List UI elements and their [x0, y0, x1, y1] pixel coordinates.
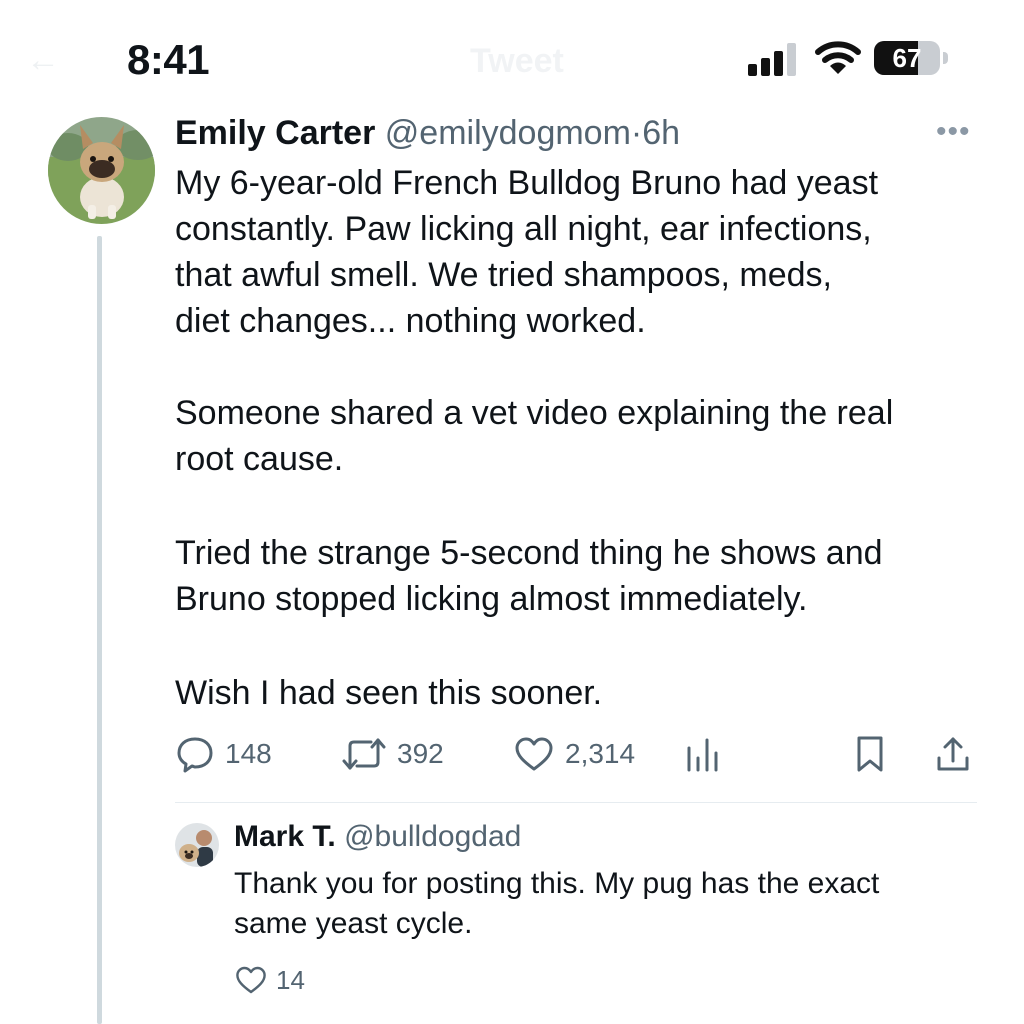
author-name[interactable]: Emily Carter: [175, 114, 375, 152]
reply-text: Thank you for posting this. My pug has t…: [234, 867, 880, 940]
reply-header: Mark T. @bulldogdad: [234, 820, 521, 854]
tweet-paragraph: Tried the strange 5-second thing he show…: [175, 534, 883, 618]
tweet-actions: 148 392 2,314: [175, 730, 975, 780]
like-button[interactable]: 2,314: [513, 730, 635, 778]
thread-line: [97, 236, 102, 1024]
retweet-count: 392: [397, 738, 444, 769]
wifi-icon: [815, 41, 861, 74]
battery-percent: 67: [892, 43, 922, 73]
tweet-header: Emily Carter @emilydogmom·6h: [175, 114, 680, 153]
author-avatar[interactable]: [48, 117, 155, 224]
views-button[interactable]: [685, 730, 721, 778]
status-time: 8:41: [127, 36, 210, 83]
post-time[interactable]: 6h: [642, 114, 680, 152]
heart-icon: [515, 737, 553, 771]
divider: [175, 802, 977, 803]
share-button[interactable]: [933, 730, 973, 778]
back-arrow-icon[interactable]: ←: [26, 43, 62, 77]
bookmark-button[interactable]: [853, 730, 887, 778]
tweet-paragraph: Wish I had seen this sooner.: [175, 674, 603, 712]
reply-author-name[interactable]: Mark T.: [234, 820, 336, 853]
heart-icon: [236, 966, 266, 994]
reply-author-handle[interactable]: @bulldogdad: [344, 820, 521, 853]
bookmark-icon: [857, 736, 883, 772]
reply-count: 148: [225, 738, 272, 769]
share-icon: [937, 737, 969, 771]
cellular-signal-icon: [748, 43, 796, 76]
more-dots-icon[interactable]: •••: [936, 117, 976, 147]
retweet-button[interactable]: 392: [341, 730, 444, 778]
reply-button[interactable]: 148: [175, 730, 272, 778]
retweet-icon: [342, 738, 386, 770]
bar-chart-icon: [687, 738, 718, 772]
comment-bubble-icon: [177, 737, 213, 773]
reply-like-button[interactable]: 14: [234, 960, 305, 1000]
author-handle[interactable]: @emilydogmom: [385, 114, 631, 152]
tweet-paragraph: My 6-year-old French Bulldog Bruno had y…: [175, 164, 879, 340]
nav-title: Tweet: [470, 42, 564, 80]
status-bar: ← Tweet 8:41 67: [0, 0, 1024, 110]
reply-like-count: 14: [276, 964, 305, 995]
tweet-paragraph: Someone shared a vet video explaining th…: [175, 394, 894, 478]
separator-dot: ·: [630, 114, 643, 152]
reply-author-avatar[interactable]: [175, 823, 219, 867]
like-count: 2,314: [565, 738, 636, 769]
battery-indicator: 67: [874, 41, 954, 77]
